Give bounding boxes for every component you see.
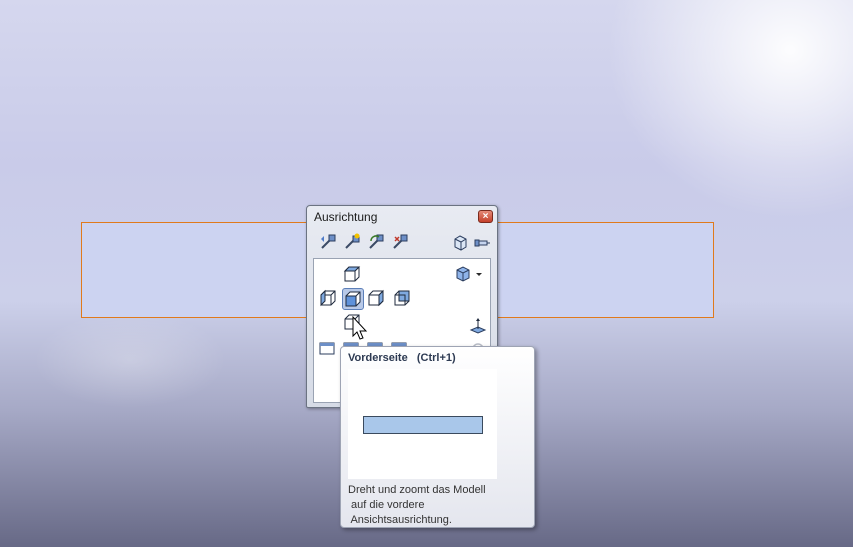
previous-view-icon[interactable] xyxy=(319,233,337,251)
left-view-icon[interactable] xyxy=(319,289,337,307)
mouse-cursor-icon xyxy=(352,316,368,340)
orientation-toolbar xyxy=(313,230,491,256)
preview-model-shape xyxy=(363,416,483,434)
single-view-icon[interactable] xyxy=(318,340,336,358)
new-view-icon[interactable] xyxy=(343,233,361,251)
normal-to-icon[interactable] xyxy=(469,317,487,335)
tooltip-description: Dreht und zoomt das Modell auf die vorde… xyxy=(348,483,486,528)
dialog-title: Ausrichtung xyxy=(314,210,378,224)
close-button[interactable]: × xyxy=(478,210,493,223)
view-tooltip: Vorderseite (Ctrl+1) Dreht und zoomt das… xyxy=(340,346,535,528)
top-view-icon[interactable] xyxy=(343,265,361,283)
reset-standard-views-icon[interactable] xyxy=(391,233,409,251)
back-view-icon[interactable] xyxy=(393,289,411,307)
tooltip-title: Vorderseite (Ctrl+1) xyxy=(348,352,456,364)
pin-dialog-icon[interactable] xyxy=(473,233,491,251)
tooltip-description-line: Ansichtsausrichtung. xyxy=(348,514,452,526)
right-view-icon[interactable] xyxy=(367,289,385,307)
isometric-view-icon[interactable] xyxy=(454,265,472,283)
update-standard-views-icon[interactable] xyxy=(367,233,385,251)
tooltip-preview xyxy=(348,369,497,479)
front-view-button[interactable] xyxy=(342,288,364,310)
view-selector-icon[interactable] xyxy=(451,233,469,251)
front-view-icon xyxy=(345,291,361,307)
tooltip-description-line: auf die vordere xyxy=(348,499,425,511)
tooltip-description-line: Dreht und zoomt das Modell xyxy=(348,484,486,496)
chevron-down-icon[interactable] xyxy=(474,267,484,281)
